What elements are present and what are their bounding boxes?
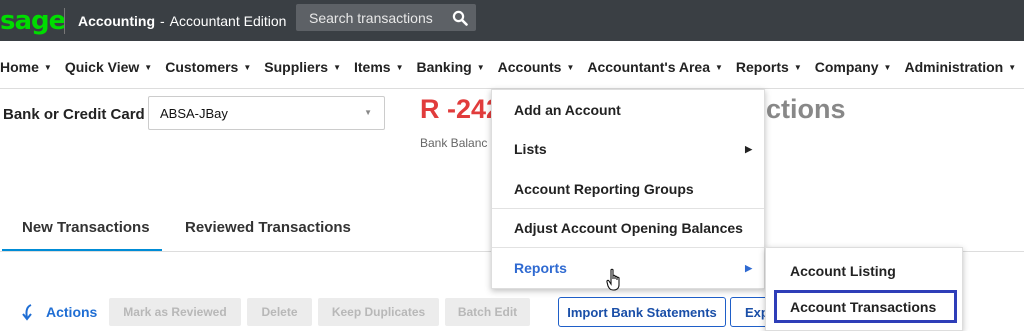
nav-accountants-area[interactable]: Accountant's Area ▼	[587, 59, 723, 75]
bank-account-select[interactable]: ABSA-JBay ▼	[148, 96, 385, 130]
bank-balance-label: Bank Balanc	[420, 136, 488, 150]
menu-item-label: Lists	[514, 141, 547, 157]
nav-banking-label: Banking	[416, 59, 472, 75]
main-nav: Home ▼ Quick View ▼ Customers ▼ Suppliers ▼ …	[0, 52, 1024, 82]
export-button[interactable]: Exp	[730, 297, 770, 327]
mark-as-reviewed-button[interactable]: Mark as Reviewed	[109, 298, 241, 326]
batch-edit-button[interactable]: Batch Edit	[445, 298, 530, 326]
tab-new-transactions[interactable]: New Transactions	[22, 219, 150, 236]
nav-accounts-label: Accounts	[497, 59, 562, 75]
menu-item-adjust-opening-balances[interactable]: Adjust Account Opening Balances	[492, 208, 764, 248]
nav-banking[interactable]: Banking ▼	[416, 59, 484, 75]
caret-down-icon: ▼	[883, 62, 892, 72]
app-title-dash: -	[160, 12, 165, 29]
caret-down-icon: ▼	[144, 62, 153, 72]
curved-arrow-down-icon	[22, 304, 32, 321]
nav-items[interactable]: Items ▼	[354, 59, 404, 75]
menu-item-reports[interactable]: Reports ▶	[492, 248, 764, 288]
nav-company-label: Company	[814, 59, 879, 75]
hand-cursor-icon	[606, 268, 620, 291]
caret-down-icon: ▼	[793, 62, 802, 72]
caret-down-icon: ▼	[476, 62, 485, 72]
submenu-item-label: Account Listing	[790, 263, 896, 279]
nav-accounts[interactable]: Accounts ▼	[498, 59, 575, 75]
nav-quick-view-label: Quick View	[64, 59, 140, 75]
nav-suppliers-label: Suppliers	[264, 59, 329, 75]
keep-duplicates-button[interactable]: Keep Duplicates	[318, 298, 439, 326]
nav-company[interactable]: Company ▼	[815, 59, 892, 75]
nav-reports[interactable]: Reports ▼	[736, 59, 802, 75]
nav-customers[interactable]: Customers ▼	[165, 59, 251, 75]
menu-item-lists[interactable]: Lists ▶	[492, 129, 764, 169]
submenu-item-account-listing[interactable]: Account Listing	[766, 254, 962, 288]
caret-down-icon: ▼	[395, 62, 404, 72]
caret-down-icon: ▼	[43, 62, 52, 72]
menu-item-add-account[interactable]: Add an Account	[492, 90, 764, 130]
nav-accountants-area-label: Accountant's Area	[587, 59, 710, 75]
bank-account-selected: ABSA-JBay	[160, 106, 228, 121]
chevron-down-icon: ▼	[364, 108, 372, 117]
actions-button[interactable]: Actions	[20, 303, 97, 321]
page-title: ctions	[766, 94, 846, 124]
caret-down-icon: ▼	[566, 62, 575, 72]
app-title: Accounting	[78, 12, 155, 29]
nav-home[interactable]: Home ▼	[0, 59, 52, 75]
nav-quick-view[interactable]: Quick View ▼	[65, 59, 152, 75]
top-bar: sage Accounting - Accountant Edition Sea…	[0, 0, 1024, 41]
accounts-dropdown-menu: Add an Account Lists ▶ Account Reporting…	[491, 89, 765, 289]
caret-right-icon: ▶	[745, 143, 752, 154]
caret-down-icon: ▼	[1008, 62, 1017, 72]
nav-customers-label: Customers	[165, 59, 239, 75]
search-icon[interactable]	[452, 10, 468, 26]
caret-down-icon: ▼	[243, 62, 252, 72]
caret-down-icon: ▼	[714, 62, 723, 72]
nav-administration-label: Administration	[904, 59, 1004, 75]
nav-suppliers[interactable]: Suppliers ▼	[264, 59, 341, 75]
delete-button[interactable]: Delete	[247, 298, 312, 326]
menu-item-label: Add an Account	[514, 102, 621, 118]
menu-item-label: Reports	[514, 260, 567, 276]
nav-reports-label: Reports	[735, 59, 789, 75]
sage-logo[interactable]: sage	[0, 6, 66, 36]
menu-item-label: Adjust Account Opening Balances	[514, 220, 743, 236]
caret-right-icon: ▶	[745, 262, 752, 273]
tab-reviewed-transactions[interactable]: Reviewed Transactions	[185, 219, 351, 236]
import-bank-statements-button[interactable]: Import Bank Statements	[558, 297, 726, 327]
search-placeholder: Search transactions	[309, 9, 433, 26]
app-edition: Accountant Edition	[169, 12, 287, 29]
search-input[interactable]: Search transactions	[296, 4, 476, 31]
bank-balance-amount: R -242	[420, 94, 502, 124]
caret-down-icon: ▼	[333, 62, 341, 72]
bank-select-label: Bank or Credit Card	[3, 106, 145, 123]
submenu-item-account-transactions[interactable]: Account Transactions	[774, 290, 957, 323]
menu-item-label: Account Reporting Groups	[514, 181, 694, 197]
submenu-item-label: Account Transactions	[790, 298, 937, 315]
reports-submenu: Account Listing Account Transactions	[765, 247, 963, 331]
nav-items-label: Items	[353, 59, 391, 75]
actions-label: Actions	[46, 304, 98, 320]
menu-item-account-reporting-groups[interactable]: Account Reporting Groups	[492, 169, 764, 209]
top-bar-divider	[64, 7, 65, 34]
nav-home-label: Home	[0, 59, 39, 75]
nav-administration[interactable]: Administration ▼	[904, 59, 1016, 75]
